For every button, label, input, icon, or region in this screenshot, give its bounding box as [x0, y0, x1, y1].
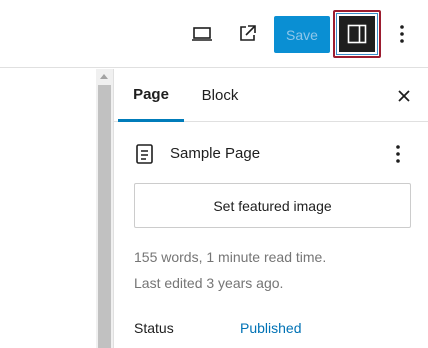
document-title: Sample Page [170, 145, 261, 162]
tab-page[interactable]: Page [118, 69, 184, 122]
document-actions-more-icon[interactable] [388, 141, 408, 167]
scroll-thumb[interactable] [98, 85, 111, 348]
sidebar-toggle-highlight [333, 10, 381, 58]
last-edited-text: Last edited 3 years ago. [134, 275, 284, 291]
scroll-up-arrow-icon[interactable] [100, 74, 108, 79]
status-label: Status [134, 320, 174, 336]
document-summary: Sample Page [134, 141, 414, 167]
tab-block[interactable]: Block [190, 69, 250, 122]
page-icon [136, 144, 153, 164]
top-toolbar: Save [0, 0, 428, 68]
content-scrollbar[interactable] [96, 69, 113, 348]
preview-desktop-icon[interactable] [188, 20, 216, 48]
set-featured-image-button[interactable]: Set featured image [134, 183, 411, 228]
sidebar-toggle-icon [347, 24, 367, 44]
external-link-icon[interactable] [233, 20, 261, 48]
editor-window: Save Page Block Sample Page Set featured… [0, 0, 428, 348]
save-button[interactable]: Save [274, 16, 330, 53]
close-icon[interactable] [392, 84, 416, 108]
settings-sidebar: Page Block Sample Page Set featured imag… [113, 69, 428, 348]
sidebar-tabs: Page Block [114, 69, 428, 122]
word-count-text: 155 words, 1 minute read time. [134, 249, 327, 265]
settings-sidebar-toggle-button[interactable] [336, 13, 378, 55]
more-vertical-icon[interactable] [390, 20, 414, 48]
status-value-link[interactable]: Published [240, 320, 302, 336]
